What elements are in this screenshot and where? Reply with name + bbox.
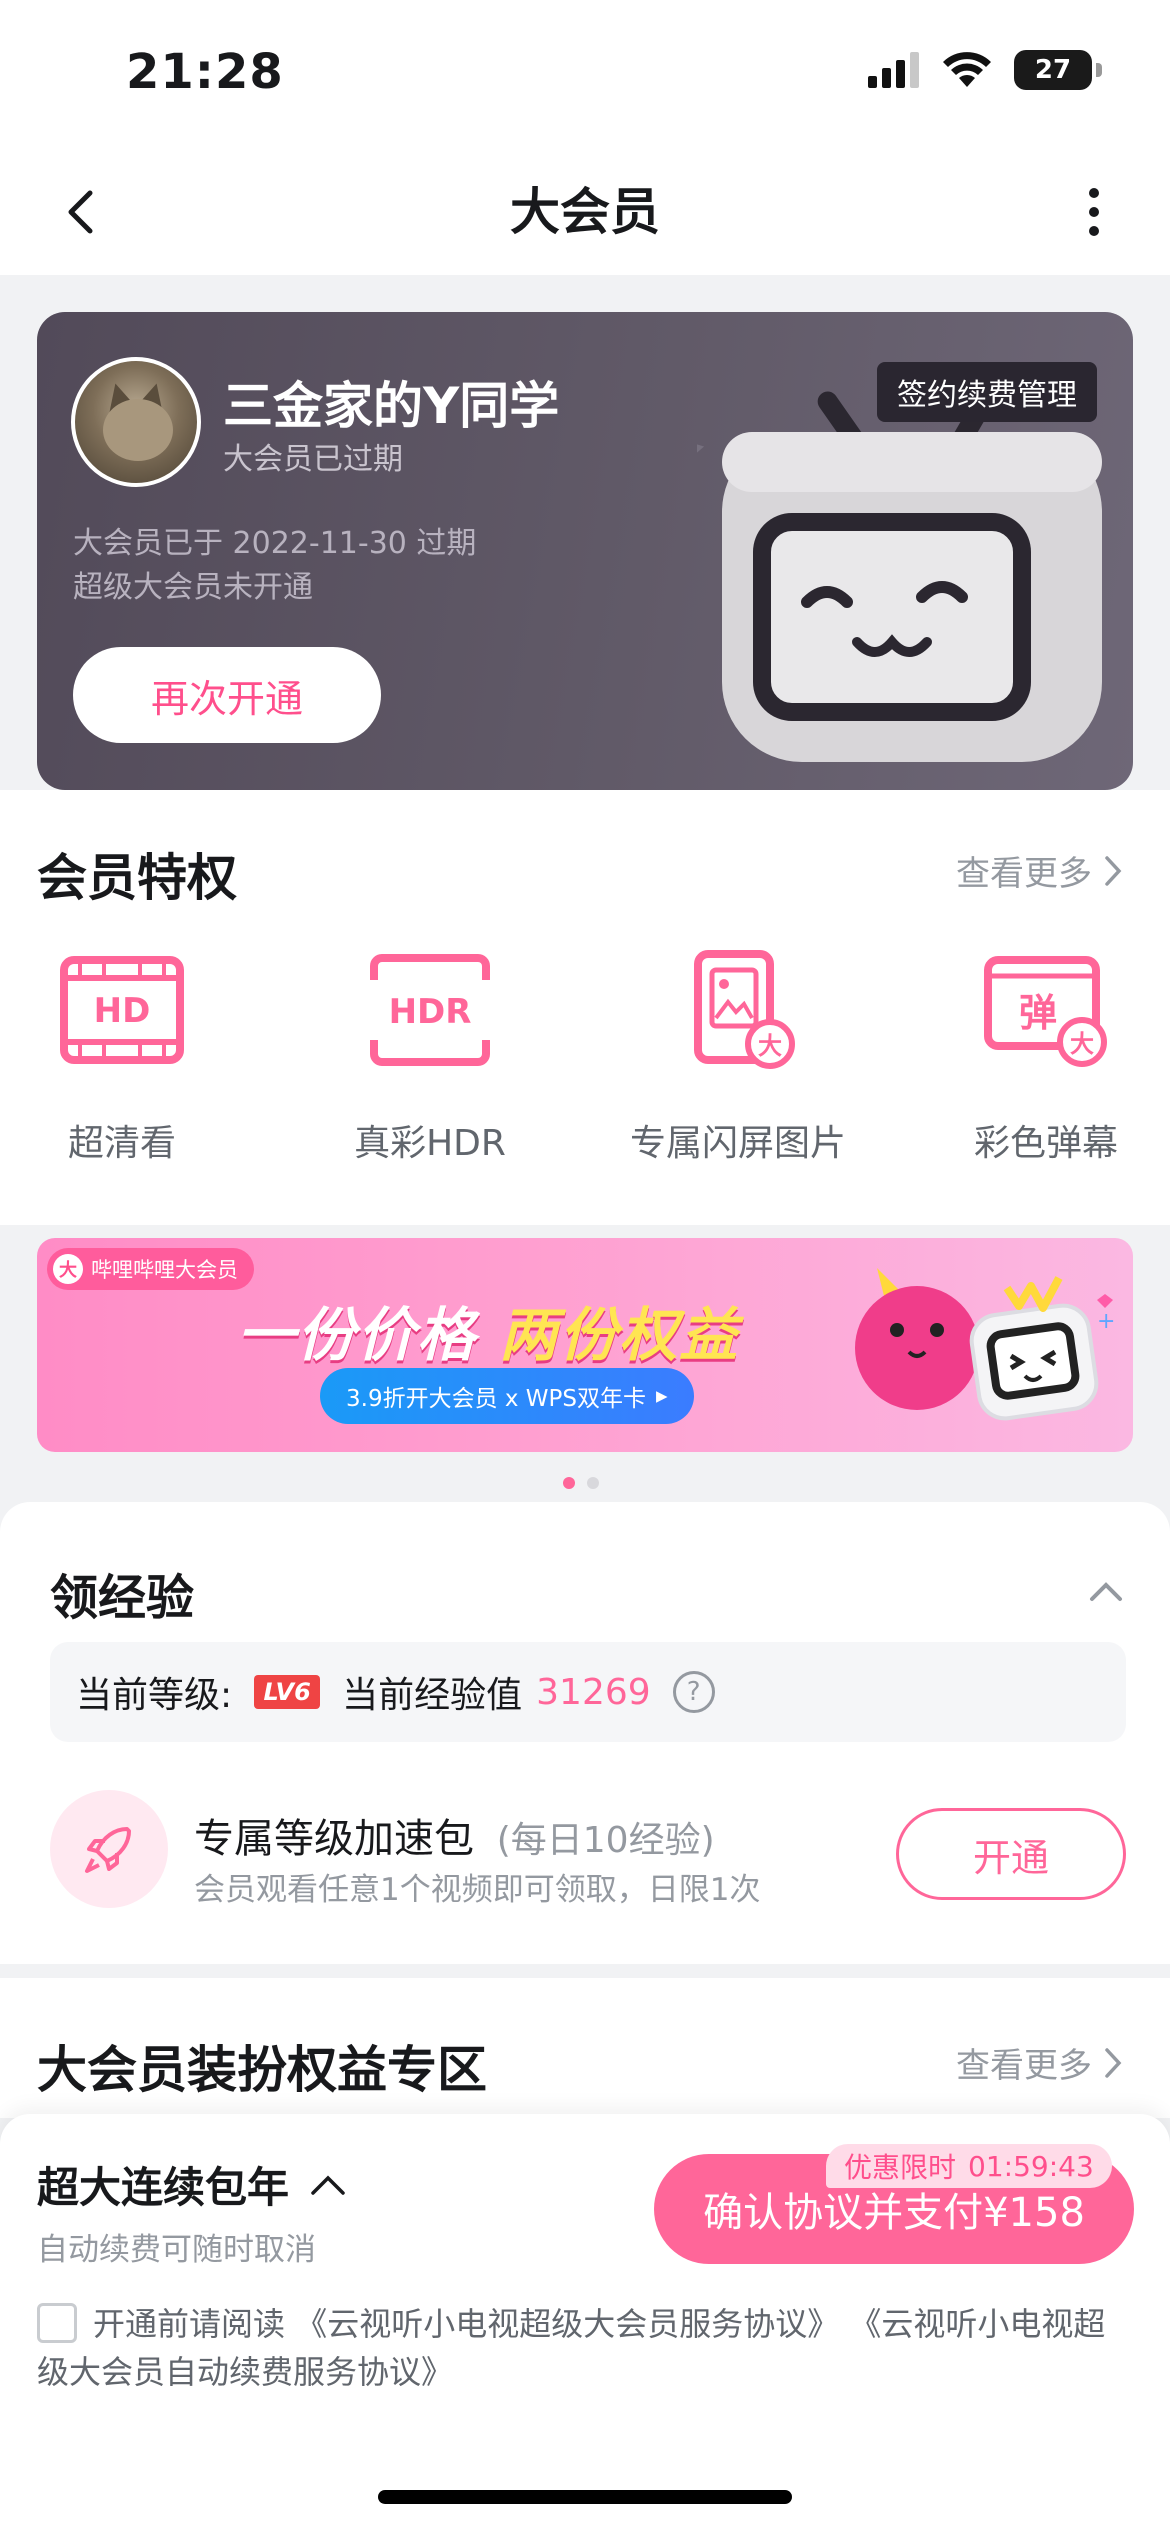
banner-tag-label: 哔哩哔哩大会员 <box>91 1258 238 1282</box>
agreement-checkbox[interactable] <box>37 2303 77 2343</box>
level-info: 当前等级: LV6 当前经验值 31269 ? <box>50 1642 1126 1742</box>
banner-cta-label: 3.9折开大会员 x WPS双年卡 <box>346 1386 647 1412</box>
plan-selector[interactable]: 超大连续包年 <box>37 2154 347 2215</box>
see-more-label: 查看更多 <box>956 2046 1092 2086</box>
vip-state-text: 大会员已过期 <box>223 442 403 477</box>
exp-label: 当前经验值 <box>342 1675 523 1716</box>
battery-icon: 27 <box>1014 50 1102 90</box>
level-badge: LV6 <box>254 1675 321 1709</box>
pagination-dot[interactable] <box>587 1477 599 1489</box>
svg-text:弹: 弹 <box>1019 991 1057 1035</box>
svg-text:大: 大 <box>1070 1030 1094 1058</box>
boost-description: 会员观看任意1个视频即可领取，日限1次 <box>194 1872 761 1908</box>
plan-note: 自动续费可随时取消 <box>37 2232 316 2268</box>
section-title: 大会员装扮权益专区 <box>37 2041 487 2099</box>
rocket-icon <box>50 1790 168 1908</box>
wifi-icon <box>943 52 991 87</box>
expire-info: 大会员已于 2022-11-30 过期 超级大会员未开通 <box>73 522 476 610</box>
home-indicator <box>378 2490 792 2504</box>
plan-name: 超大连续包年 <box>37 2163 290 2212</box>
renew-button[interactable]: 再次开通 <box>73 647 381 743</box>
privilege-item-splash[interactable]: 大 专属闪屏图片 <box>618 950 858 1166</box>
see-more-dress-link[interactable]: 查看更多 <box>956 2038 1122 2087</box>
chevron-right-icon <box>1105 855 1122 886</box>
nav-bar: 大会员 <box>0 150 1170 275</box>
agreement-row: 开通前请阅读 《云视听小电视超级大会员服务协议》 《云视听小电视超级大会员自动续… <box>37 2300 1137 2396</box>
agreement-prefix: 开通前请阅读 <box>93 2305 286 2343</box>
banner-pagination <box>563 1477 599 1489</box>
pagination-dot-active[interactable] <box>563 1477 575 1489</box>
battery-level: 27 <box>1034 55 1072 85</box>
privileges-section: 会员特权 查看更多 HD 超清看 HDR 真彩HDR 大 专属闪屏图片 弹 大 … <box>0 790 1170 1225</box>
promo-countdown-badge: 优惠限时 01:59:43 <box>826 2144 1112 2188</box>
more-options-button[interactable] <box>1062 180 1126 244</box>
banner-headline-a: 一份价格 <box>237 1301 478 1369</box>
vip-status-card: 三金家的Y同学 大会员已过期 大会员已于 2022-11-30 过期 超级大会员… <box>37 312 1133 790</box>
promo-timer: 01:59:43 <box>968 2149 1094 2183</box>
banner-headline: 一份价格 两份权益 <box>237 1288 739 1372</box>
status-bar: 21:28 27 <box>0 0 1170 150</box>
level-label: 当前等级: <box>76 1675 233 1716</box>
svg-text:+: + <box>1097 1309 1115 1334</box>
chevron-right-icon <box>1105 2047 1122 2078</box>
status-icons: 27 <box>868 50 1102 90</box>
privilege-label: 超清看 <box>67 1123 176 1164</box>
cellular-signal-icon <box>868 52 919 88</box>
privilege-item-hdr[interactable]: HDR 真彩HDR <box>310 950 550 1166</box>
experience-title: 领经验 <box>50 1570 195 1626</box>
section-title: 会员特权 <box>37 849 237 907</box>
help-icon[interactable]: ? <box>672 1671 715 1713</box>
privilege-item-danmaku[interactable]: 弹 大 彩色弹幕 <box>926 950 1166 1166</box>
splash-screen-icon: 大 <box>694 950 795 1069</box>
svg-text:HDR: HDR <box>389 992 472 1032</box>
expire-date-text: 大会员已于 2022-11-30 过期 <box>73 526 477 561</box>
privilege-label: 真彩HDR <box>354 1123 506 1164</box>
banner-mascot-illustration: + <box>855 1268 1115 1421</box>
tv-mascot-illustration <box>697 390 1102 762</box>
big-vip-icon: 大 <box>53 1254 83 1284</box>
banner-cta[interactable]: 3.9折开大会员 x WPS双年卡 ▸ <box>320 1368 694 1424</box>
play-arrow-icon: ▸ <box>656 1383 668 1409</box>
chevron-up-icon <box>311 2175 345 2195</box>
see-more-label: 查看更多 <box>956 854 1092 894</box>
hd-icon: HD <box>60 956 184 1064</box>
color-danmaku-icon: 弹 大 <box>984 956 1107 1067</box>
dress-zone-section: 大会员装扮权益专区 查看更多 <box>0 1978 1170 2118</box>
chevron-up-icon[interactable] <box>1086 1572 1126 1612</box>
banner-tag: 大 哔哩哔哩大会员 <box>47 1248 254 1290</box>
boost-title-text: 专属等级加速包 <box>194 1816 474 1862</box>
svg-text:HD: HD <box>94 991 151 1031</box>
see-more-privileges-link[interactable]: 查看更多 <box>956 846 1122 895</box>
agreement-link-1[interactable]: 《云视听小电视超级大会员服务协议》 <box>295 2305 839 2343</box>
contract-manage-button[interactable]: 签约续费管理 <box>877 362 1097 422</box>
banner-headline-b: 两份权益 <box>499 1301 740 1369</box>
privilege-label: 专属闪屏图片 <box>629 1123 846 1164</box>
status-time: 21:28 <box>126 44 284 100</box>
boost-pack-title: 专属等级加速包 (每日10经验) <box>194 1806 715 1864</box>
payment-bar: 超大连续包年 自动续费可随时取消 确认协议并支付¥158 优惠限时 01:59:… <box>0 2114 1170 2532</box>
hdr-icon: HDR <box>370 954 490 1066</box>
privilege-item-hd[interactable]: HD 超清看 <box>2 950 242 1166</box>
avatar[interactable] <box>71 357 201 487</box>
boost-subtitle: (每日10经验) <box>496 1820 715 1861</box>
super-vip-state-text: 超级大会员未开通 <box>73 570 313 605</box>
svg-text:大: 大 <box>758 1032 782 1060</box>
privilege-label: 彩色弹幕 <box>973 1123 1118 1164</box>
page-title: 大会员 <box>510 183 660 241</box>
promo-label: 优惠限时 <box>844 2151 957 2184</box>
boost-open-button[interactable]: 开通 <box>896 1808 1126 1900</box>
exp-value: 31269 <box>536 1671 651 1713</box>
username: 三金家的Y同学 <box>223 377 560 435</box>
experience-card: 领经验 当前等级: LV6 当前经验值 31269 ? 专属等级加速包 (每日1… <box>0 1502 1170 1964</box>
promo-banner[interactable]: 大 哔哩哔哩大会员 一份价格 两份权益 3.9折开大会员 x WPS双年卡 ▸ … <box>37 1238 1133 1452</box>
more-vertical-icon <box>1089 188 1099 236</box>
